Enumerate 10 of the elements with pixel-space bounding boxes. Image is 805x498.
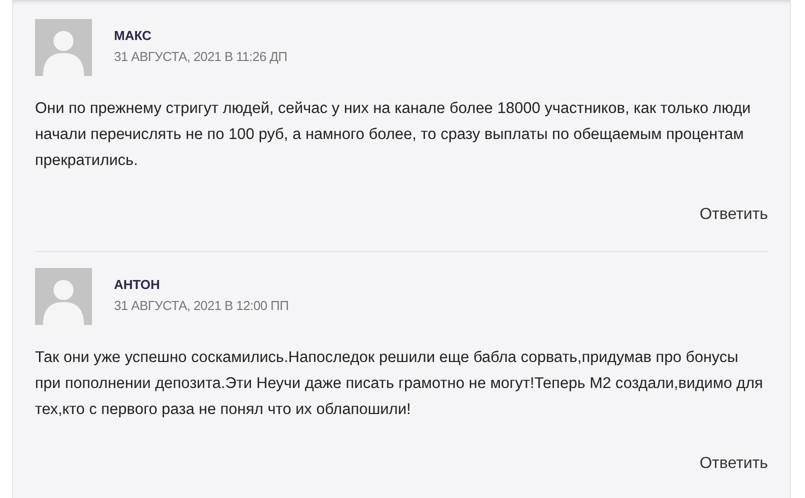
comment-author: АНТОН [114,277,161,292]
reply-link[interactable]: Ответить [700,455,768,473]
avatar-icon [35,268,92,325]
comment-text: Так они уже успешно соскамились.Напоследок решили еще бабла сорвать,придумав про бонусы при пополнении депозита.Эти Неучи даже писать грамотно не могут!Теперь М2 создали,видимо для тех,кто с первого раза не понял что их облапошили! [35,348,764,420]
comment-date: 31 АВГУСТА, 2021 В 12:00 ПП [114,298,289,313]
reply-link[interactable]: Ответить [700,206,768,224]
avatar-icon [35,19,92,76]
comment-author: МАКС [114,28,152,43]
comment-text: Они по прежнему стригут людей, сейчас у них на канале более 18000 участников, как только люди начали перечислять не по 100 руб, а намного более, то сразу выплаты по обещаемым процентам прекратились. [35,99,752,171]
comment-date: 31 АВГУСТА, 2021 В 11:26 ДП [114,49,288,64]
